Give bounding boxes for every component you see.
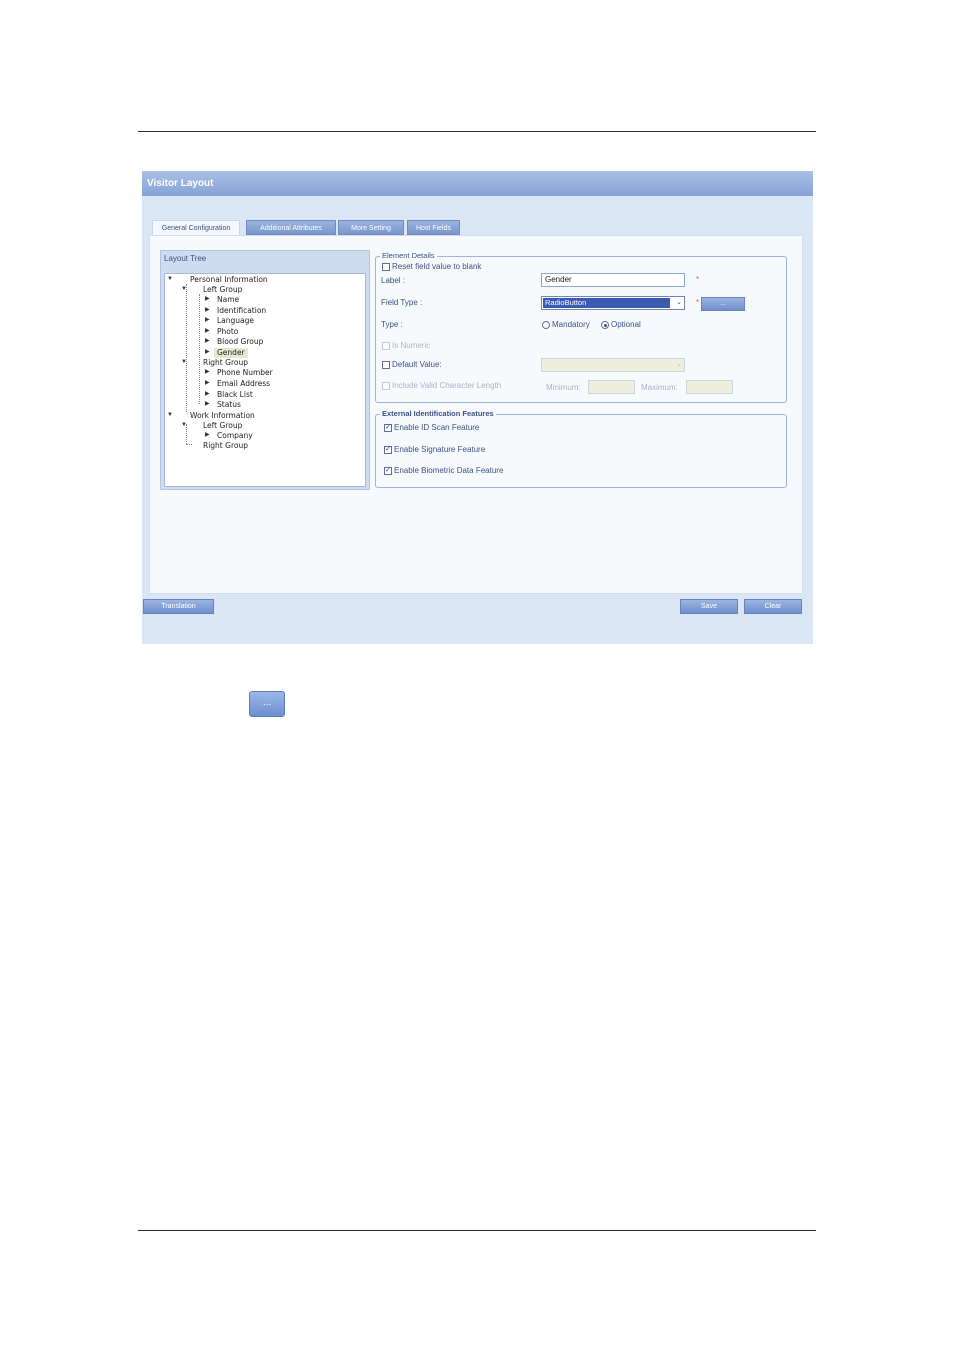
tab-additional-attributes[interactable]: Additional Attributes (246, 220, 336, 235)
field-type-value: RadioButton (543, 298, 670, 308)
biometric-label: Enable Biometric Data Feature (394, 466, 504, 475)
is-numeric-checkbox[interactable] (382, 342, 390, 350)
leaf-arrow-icon: ▶ (205, 391, 210, 397)
tab-content: Layout Tree ▼ Personal Information ▼ Lef… (149, 235, 803, 594)
visitor-layout-window: Visitor Layout General Configuration Add… (142, 171, 813, 644)
chevron-down-icon: ⌄ (676, 299, 682, 306)
required-mark: * (696, 275, 700, 284)
layout-tree-header: Layout Tree (164, 254, 207, 263)
tab-host-fields[interactable]: Host Fields (407, 220, 460, 235)
external-identification-legend: External Identification Features (380, 409, 496, 418)
tree-node-work-right-group[interactable]: Right Group (203, 441, 248, 451)
expand-arrow-icon[interactable]: ▼ (181, 286, 187, 292)
chevron-down-icon: ⌄ (676, 361, 682, 368)
tree-node-blood-group[interactable]: Blood Group (217, 337, 263, 347)
tree-node-left-group[interactable]: Left Group (203, 285, 242, 295)
is-numeric-label: Is Numeric (392, 341, 431, 350)
label-input[interactable]: Gender (541, 273, 685, 287)
label-field-label: Label : (381, 276, 406, 285)
id-scan-checkbox[interactable]: ✓ (384, 424, 392, 432)
expand-arrow-icon[interactable]: ▼ (181, 422, 187, 428)
tree-node-email-address[interactable]: Email Address (217, 379, 270, 389)
tree-node-name[interactable]: Name (217, 295, 239, 305)
layout-tree-panel: Layout Tree ▼ Personal Information ▼ Lef… (160, 250, 370, 490)
valid-length-label: Include Valid Character Length (392, 381, 502, 390)
tree-line (199, 294, 200, 404)
signature-checkbox[interactable]: ✓ (384, 446, 392, 454)
tree-node-identification[interactable]: Identification (217, 306, 266, 316)
clear-button[interactable]: Clear (744, 599, 802, 614)
leaf-arrow-icon: ▶ (205, 401, 210, 407)
leaf-arrow-icon: ▶ (205, 380, 210, 386)
required-mark: * (696, 298, 700, 307)
tree-node-personal-information[interactable]: Personal Information (190, 275, 268, 285)
minimum-input[interactable] (588, 380, 635, 394)
valid-length-checkbox[interactable] (382, 382, 390, 390)
translation-button[interactable]: Translation (143, 599, 214, 614)
tree-node-gender[interactable]: Gender (214, 348, 248, 358)
tree-node-status[interactable]: Status (217, 400, 241, 410)
leaf-arrow-icon: ▶ (205, 317, 210, 323)
tree-node-work-left-group[interactable]: Left Group (203, 421, 242, 431)
leaf-arrow-icon: ▶ (205, 296, 210, 302)
leaf-arrow-icon: ▶ (205, 338, 210, 344)
reset-field-label: Reset field value to blank (392, 262, 482, 271)
default-value-select[interactable]: ⌄ (541, 358, 685, 372)
top-rule (138, 131, 816, 132)
leaf-arrow-icon: ▶ (205, 349, 210, 355)
tree-node-company[interactable]: Company (217, 431, 253, 441)
tree-node-right-group[interactable]: Right Group (203, 358, 248, 368)
bottom-rule (138, 1230, 816, 1231)
default-value-label: Default Value: (392, 360, 442, 369)
ellipsis-button[interactable]: ... (249, 691, 285, 717)
maximum-label: Maximum: (641, 383, 678, 392)
external-identification-group: External Identification Features ✓ Enabl… (375, 409, 787, 488)
type-label: Type : (381, 320, 403, 329)
tree-node-language[interactable]: Language (217, 316, 254, 326)
signature-label: Enable Signature Feature (394, 445, 486, 454)
tree-line (186, 284, 187, 412)
tree-node-photo[interactable]: Photo (217, 327, 238, 337)
window-title: Visitor Layout (142, 171, 813, 196)
tree-node-black-list[interactable]: Black List (217, 390, 253, 400)
expand-arrow-icon[interactable]: ▼ (167, 276, 173, 282)
expand-arrow-icon[interactable]: ▼ (167, 412, 173, 418)
save-button[interactable]: Save (680, 599, 738, 614)
mandatory-radio[interactable] (542, 321, 550, 329)
id-scan-label: Enable ID Scan Feature (394, 423, 480, 432)
optional-label: Optional (611, 320, 641, 329)
leaf-arrow-icon: ▶ (205, 432, 210, 438)
tree-line (186, 444, 192, 445)
tree-node-work-information[interactable]: Work Information (190, 411, 255, 421)
element-details-group: Element Details Reset field value to bla… (375, 251, 787, 403)
tree-node-phone-number[interactable]: Phone Number (217, 368, 273, 378)
field-type-options-button[interactable]: ... (701, 297, 745, 311)
field-type-select[interactable]: RadioButton ⌄ (541, 296, 685, 310)
reset-field-checkbox[interactable] (382, 263, 390, 271)
minimum-label: Minimum: (546, 383, 581, 392)
leaf-arrow-icon: ▶ (205, 307, 210, 313)
tab-general-configuration[interactable]: General Configuration (152, 220, 240, 236)
layout-tree: ▼ Personal Information ▼ Left Group ▶ Na… (164, 273, 366, 487)
expand-arrow-icon[interactable]: ▼ (181, 359, 187, 365)
optional-radio[interactable] (601, 321, 609, 329)
maximum-input[interactable] (686, 380, 733, 394)
default-value-checkbox[interactable] (382, 361, 390, 369)
element-details-legend: Element Details (380, 251, 437, 260)
leaf-arrow-icon: ▶ (205, 328, 210, 334)
tab-more-setting[interactable]: More Setting (338, 220, 404, 235)
leaf-arrow-icon: ▶ (205, 369, 210, 375)
biometric-checkbox[interactable]: ✓ (384, 467, 392, 475)
mandatory-label: Mandatory (552, 320, 590, 329)
field-type-label: Field Type : (381, 298, 423, 307)
